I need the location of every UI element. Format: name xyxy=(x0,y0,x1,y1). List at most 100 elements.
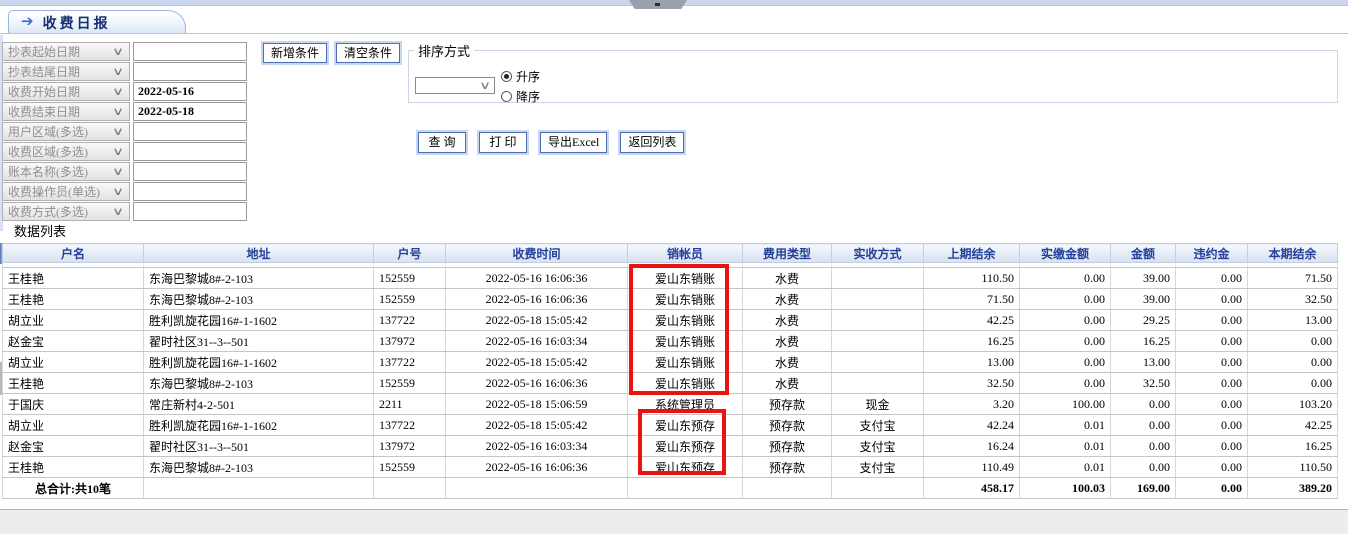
table-cell: 0.00 xyxy=(1176,331,1248,352)
table-cell: 39.00 xyxy=(1111,268,1176,289)
table-cell: 3.20 xyxy=(924,394,1020,415)
filter-value-input[interactable] xyxy=(133,122,247,141)
chevron-down-icon: ∨ xyxy=(112,205,124,218)
filter-field-select[interactable]: 收费方式(多选)∨ xyxy=(2,202,130,221)
chevron-down-icon: ∨ xyxy=(112,105,124,118)
table-cell: 水费 xyxy=(743,331,832,352)
table-cell: 2022-05-18 15:06:59 xyxy=(446,394,628,415)
table-cell: 2022-05-16 16:06:36 xyxy=(446,268,628,289)
table-cell: 137722 xyxy=(374,415,446,436)
table-cell xyxy=(832,352,924,373)
radio-descending[interactable]: 降序 xyxy=(501,86,540,106)
table-cell: 0.00 xyxy=(1020,310,1111,331)
filter-field-select[interactable]: 收费开始日期∨ xyxy=(2,82,130,101)
add-condition-button[interactable]: 新增条件 xyxy=(263,43,327,63)
table-cell: 0.01 xyxy=(1020,415,1111,436)
column-header: 实收方式 xyxy=(832,244,924,263)
table-cell: 爱山东预存 xyxy=(628,457,743,478)
total-label-cell: 总合计:共10笔 xyxy=(3,478,144,499)
filter-field-select[interactable]: 收费结束日期 ∨ xyxy=(2,102,130,121)
sort-field-select[interactable]: ∨ xyxy=(415,77,495,94)
table-row: 赵金宝翟时社区31--3--5011379722022-05-16 16:03:… xyxy=(3,331,1338,352)
table-row: 王桂艳东海巴黎城8#-2-1031525592022-05-16 16:06:3… xyxy=(3,268,1338,289)
table-cell: 32.50 xyxy=(924,373,1020,394)
table-cell: 110.50 xyxy=(924,268,1020,289)
table-cell: 0.00 xyxy=(1176,373,1248,394)
table-cell: 0.00 xyxy=(1176,436,1248,457)
table-cell: 2211 xyxy=(374,394,446,415)
filter-field-select[interactable]: 收费操作员(单选)∨ xyxy=(2,182,130,201)
column-header: 费用类型 xyxy=(743,244,832,263)
table-body: 王桂艳 东海巴黎城8#-2-103 152559 2022-05-16 16:06:3… xyxy=(3,263,1338,499)
filter-value-input[interactable] xyxy=(133,42,247,61)
table-cell: 2022-05-18 15:05:42 xyxy=(446,415,628,436)
table-cell: 0.00 xyxy=(1176,352,1248,373)
chevron-down-icon: ∨ xyxy=(112,165,124,178)
print-button[interactable]: 打 印 xyxy=(479,132,527,153)
filter-value-input[interactable] xyxy=(133,162,247,181)
filter-field-select[interactable]: 抄表起始日期∨ xyxy=(2,42,130,61)
total-cell: 458.17 xyxy=(924,478,1020,499)
table-row: 赵金宝翟时社区31--3--5011379722022-05-16 16:03:… xyxy=(3,436,1338,457)
condition-buttons: 新增条件 清空条件 xyxy=(263,43,400,63)
table-cell: 系统管理员 xyxy=(628,394,743,415)
filter-value-input[interactable] xyxy=(133,142,247,161)
filter-value-input[interactable] xyxy=(133,182,247,201)
chevron-down-icon: ∨ xyxy=(112,45,124,58)
table-cell: 39.00 xyxy=(1111,289,1176,310)
data-list-label: 数据列表 xyxy=(14,221,66,240)
table-cell: 32.50 xyxy=(1248,289,1338,310)
filter-field-select[interactable]: 用户区域(多选)∨ xyxy=(2,122,130,141)
filter-field-label: 收费开始日期 xyxy=(8,83,80,100)
total-row: 总合计:共10笔458.17100.03169.000.00389.20 xyxy=(3,478,1338,499)
radio-ascending-label: 升序 xyxy=(516,68,540,85)
table-cell: 支付宝 xyxy=(832,415,924,436)
table-cell: 2022-05-18 15:05:42 xyxy=(446,310,628,331)
table-cell: 2022-05-18 15:05:42 xyxy=(446,352,628,373)
table-cell: 支付宝 xyxy=(832,457,924,478)
table-cell: 2022-05-16 16:03:34 xyxy=(446,331,628,352)
bottom-strip xyxy=(0,509,1348,534)
column-header: 金额 xyxy=(1111,244,1176,263)
panel-collapse-handle[interactable] xyxy=(629,0,687,9)
radio-ascending[interactable]: 升序 xyxy=(501,66,540,86)
table-cell: 152559 xyxy=(374,457,446,478)
table-cell: 16.25 xyxy=(1248,436,1338,457)
table-header-row: 户名地址户号收费时间销帐员费用类型实收方式上期结余实缴金额金额违约金本期结余 xyxy=(3,244,1338,263)
table-cell xyxy=(832,289,924,310)
total-cell: 169.00 xyxy=(1111,478,1176,499)
table-cell: 胡立业 xyxy=(3,352,144,373)
table-row: 于国庆常庄新村4-2-50122112022-05-18 15:06:59系统管… xyxy=(3,394,1338,415)
chevron-down-icon: ∨ xyxy=(112,185,124,198)
table-cell: 爱山东销账 xyxy=(628,310,743,331)
filter-value-input[interactable] xyxy=(133,62,247,81)
table-cell xyxy=(832,310,924,331)
chevron-down-icon: ∨ xyxy=(112,145,124,158)
report-table: 户名地址户号收费时间销帐员费用类型实收方式上期结余实缴金额金额违约金本期结余 王… xyxy=(2,243,1338,499)
filter-rows: 抄表起始日期∨抄表结尾日期∨收费开始日期∨收费结束日期∨用户区域(多选)∨收费区… xyxy=(2,42,252,222)
table-cell: 现金 xyxy=(832,394,924,415)
filter-field-select[interactable]: 账本名称(多选)∨ xyxy=(2,162,130,181)
filter-field-label: 收费结束日期 xyxy=(8,103,80,120)
table-cell: 王桂艳 xyxy=(3,373,144,394)
report-table-wrap: 户名地址户号收费时间销帐员费用类型实收方式上期结余实缴金额金额违约金本期结余 王… xyxy=(2,243,1338,499)
table-cell: 东海巴黎城8#-2-103 xyxy=(144,289,374,310)
filter-field-select[interactable]: 抄表结尾日期∨ xyxy=(2,62,130,81)
filter-value-input[interactable] xyxy=(133,202,247,221)
query-button[interactable]: 查 询 xyxy=(418,132,466,153)
total-cell xyxy=(374,478,446,499)
filter-value-input[interactable] xyxy=(133,82,247,101)
table-cell: 13.00 xyxy=(924,352,1020,373)
tab-fee-daily-report[interactable]: ➔ 收费日报 xyxy=(8,10,186,34)
table-cell: 王桂艳 xyxy=(3,457,144,478)
filter-field-select[interactable]: 收费区域(多选)∨ xyxy=(2,142,130,161)
table-cell: 胡立业 xyxy=(3,310,144,331)
sort-direction-group: 升序 降序 xyxy=(501,66,540,106)
export-excel-button[interactable]: 导出Excel xyxy=(540,132,607,153)
filter-row: 收费操作员(单选)∨ xyxy=(2,182,252,202)
table-cell: 翟时社区31--3--501 xyxy=(144,436,374,457)
table-cell: 水费 xyxy=(743,310,832,331)
clear-condition-button[interactable]: 清空条件 xyxy=(336,43,400,63)
filter-value-input[interactable] xyxy=(133,102,247,121)
back-to-list-button[interactable]: 返回列表 xyxy=(620,132,684,153)
